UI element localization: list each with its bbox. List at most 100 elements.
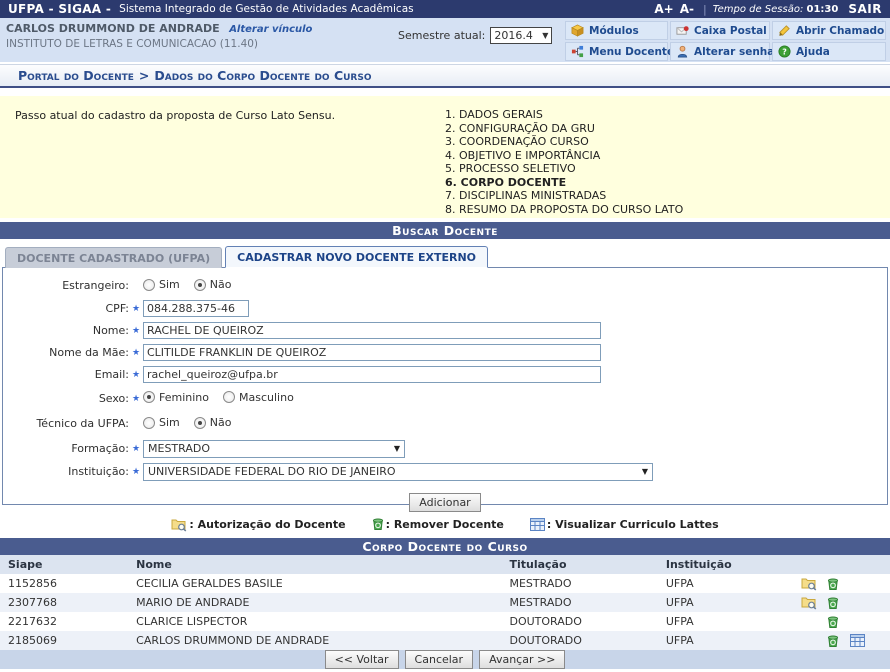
user-info-bar: CARLOS DRUMMOND DE ANDRADE Alterar víncu… bbox=[0, 18, 890, 64]
radio-option-masculino[interactable]: Masculino bbox=[223, 391, 294, 404]
remover-docente-button[interactable] bbox=[821, 615, 845, 629]
required-icon: ★ bbox=[129, 368, 143, 381]
radio-icon[interactable] bbox=[223, 391, 235, 403]
tecnico-radio-group: Sim Não bbox=[143, 416, 245, 432]
font-increase-button[interactable]: A+ bbox=[654, 2, 673, 16]
radio-option-label: Não bbox=[210, 278, 232, 291]
wizard-step-5: 5. PROCESSO SELETIVO bbox=[445, 162, 683, 176]
semester-label: Semestre atual: bbox=[398, 29, 485, 42]
header-button-label: Ajuda bbox=[796, 46, 830, 58]
voltar-button[interactable]: << Voltar bbox=[325, 650, 399, 669]
cell-instituicao: UFPA bbox=[658, 593, 789, 612]
header-buttons: Módulos Caixa Postal Abrir Chamado Menu Doc… bbox=[565, 21, 886, 61]
cell-instituicao: UFPA bbox=[658, 631, 789, 650]
change-bond-link[interactable]: Alterar vínculo bbox=[229, 24, 312, 35]
radio-icon[interactable] bbox=[143, 417, 155, 429]
cancelar-button[interactable]: Cancelar bbox=[405, 650, 474, 669]
radio-option-nao[interactable]: Não bbox=[194, 416, 232, 429]
top-bar: UFPA - SIGAA - Sistema Integrado de Gest… bbox=[0, 0, 890, 18]
header-titulacao: Titulação bbox=[501, 555, 657, 574]
table-row: 1152856CECILIA GERALDES BASILEMESTRADOUF… bbox=[0, 574, 890, 593]
empty-action-slot bbox=[845, 615, 869, 629]
session-time: 01:30 bbox=[807, 4, 839, 15]
autorizacao-icon bbox=[801, 595, 817, 610]
adicionar-button[interactable]: Adicionar bbox=[409, 493, 480, 512]
cell-nome: CECILIA GERALDES BASILE bbox=[128, 574, 501, 593]
app-brand: UFPA - SIGAA - bbox=[8, 2, 111, 16]
cell-siape: 2307768 bbox=[0, 593, 128, 612]
change-password-icon bbox=[676, 45, 689, 58]
formacao-select[interactable]: MESTRADO ▼ bbox=[143, 440, 405, 458]
cell-actions bbox=[789, 612, 890, 631]
chevron-down-icon: ▼ bbox=[642, 467, 648, 476]
semester-select[interactable]: 2016.4 ▼ bbox=[490, 27, 552, 44]
remover-icon bbox=[827, 634, 839, 648]
radio-option-sim[interactable]: Sim bbox=[143, 416, 180, 429]
search-section-title: Buscar Docente bbox=[0, 222, 890, 239]
radio-icon[interactable] bbox=[143, 279, 155, 291]
font-decrease-button[interactable]: A- bbox=[680, 2, 694, 16]
semester-control: Semestre atual: 2016.4 ▼ bbox=[398, 27, 552, 44]
faculty-table: Siape Nome Titulação Instituição 1152856… bbox=[0, 555, 890, 650]
remover-docente-button[interactable] bbox=[821, 576, 845, 591]
form-row-nome: Nome: ★ bbox=[3, 322, 887, 339]
cell-titulacao: MESTRADO bbox=[501, 574, 657, 593]
form-row-email: Email: ★ bbox=[3, 366, 887, 383]
remover-icon bbox=[827, 577, 839, 591]
radio-option-feminino[interactable]: Feminino bbox=[143, 391, 209, 404]
form-row-tecnico: Técnico da UFPA: Sim Não bbox=[3, 416, 887, 432]
table-footer: << Voltar Cancelar Avançar >> bbox=[0, 650, 890, 669]
row-actions bbox=[797, 634, 882, 648]
logout-button[interactable]: SAIR bbox=[848, 2, 882, 16]
header-button-abrir-chamado[interactable]: Abrir Chamado bbox=[772, 21, 886, 40]
radio-option-sim[interactable]: Sim bbox=[143, 278, 180, 291]
autorizar-docente-button[interactable] bbox=[797, 595, 821, 610]
semester-value: 2016.4 bbox=[494, 29, 533, 42]
radio-option-label: Feminino bbox=[159, 391, 209, 404]
avancar-button[interactable]: Avançar >> bbox=[479, 650, 565, 669]
cpf-label: CPF: bbox=[3, 302, 129, 315]
estrangeiro-radio-group: Sim Não bbox=[143, 278, 245, 294]
radio-icon[interactable] bbox=[143, 391, 155, 403]
visualizar-lattes-button[interactable] bbox=[845, 634, 869, 648]
email-field[interactable] bbox=[143, 366, 601, 383]
header-button-caixa-postal[interactable]: Caixa Postal bbox=[670, 21, 770, 40]
header-button-menu-docente[interactable]: Menu Docente bbox=[565, 42, 668, 61]
radio-option-label: Masculino bbox=[239, 391, 294, 404]
remover-docente-button[interactable] bbox=[821, 634, 845, 648]
wizard-step-3: 3. COORDENAÇÃO CURSO bbox=[445, 135, 683, 149]
mailbox-icon bbox=[676, 24, 689, 37]
header-button-modulos[interactable]: Módulos bbox=[565, 21, 668, 40]
header-button-alterar-senha[interactable]: Alterar senha bbox=[670, 42, 770, 61]
radio-option-nao[interactable]: Não bbox=[194, 278, 232, 291]
tab-docente-cadastrado[interactable]: DOCENTE CADASTRADO (UFPA) bbox=[5, 247, 222, 268]
breadcrumb-separator: > bbox=[139, 68, 149, 83]
instituicao-select[interactable]: UNIVERSIDADE FEDERAL DO RIO DE JANEIRO ▼ bbox=[143, 463, 653, 481]
help-icon: ? bbox=[778, 45, 791, 58]
tab-cadastrar-docente-externo[interactable]: CADASTRAR NOVO DOCENTE EXTERNO bbox=[225, 246, 488, 268]
email-label: Email: bbox=[3, 368, 129, 381]
row-actions bbox=[797, 595, 882, 610]
autorizar-docente-button[interactable] bbox=[797, 576, 821, 591]
row-actions bbox=[797, 615, 882, 629]
table-row: 2185069CARLOS DRUMMOND DE ANDRADEDOUTORA… bbox=[0, 631, 890, 650]
nome-field[interactable] bbox=[143, 322, 601, 339]
wizard-steps: 1. DADOS GERAIS2. CONFIGURAÇÃO DA GRU3. … bbox=[445, 108, 683, 216]
tecnico-label: Técnico da UFPA: bbox=[3, 417, 129, 430]
header-button-label: Caixa Postal bbox=[694, 25, 767, 37]
radio-icon[interactable] bbox=[194, 417, 206, 429]
wizard-status-box: Passo atual do cadastro da proposta de C… bbox=[0, 96, 890, 218]
nome-mae-field[interactable] bbox=[143, 344, 601, 361]
cpf-field[interactable] bbox=[143, 300, 249, 317]
wizard-step-2: 2. CONFIGURAÇÃO DA GRU bbox=[445, 122, 683, 136]
remover-docente-button[interactable] bbox=[821, 595, 845, 610]
legend-row: : Autorização do Docente: Remover Docent… bbox=[0, 514, 890, 534]
header-actions bbox=[789, 555, 890, 574]
open-ticket-icon bbox=[778, 24, 791, 37]
radio-icon[interactable] bbox=[194, 279, 206, 291]
cell-instituicao: UFPA bbox=[658, 612, 789, 631]
cell-titulacao: MESTRADO bbox=[501, 593, 657, 612]
legend-label: : Visualizar Curriculo Lattes bbox=[547, 518, 719, 531]
breadcrumb-root[interactable]: Portal do Docente bbox=[18, 68, 134, 83]
header-button-ajuda[interactable]: ? Ajuda bbox=[772, 42, 886, 61]
